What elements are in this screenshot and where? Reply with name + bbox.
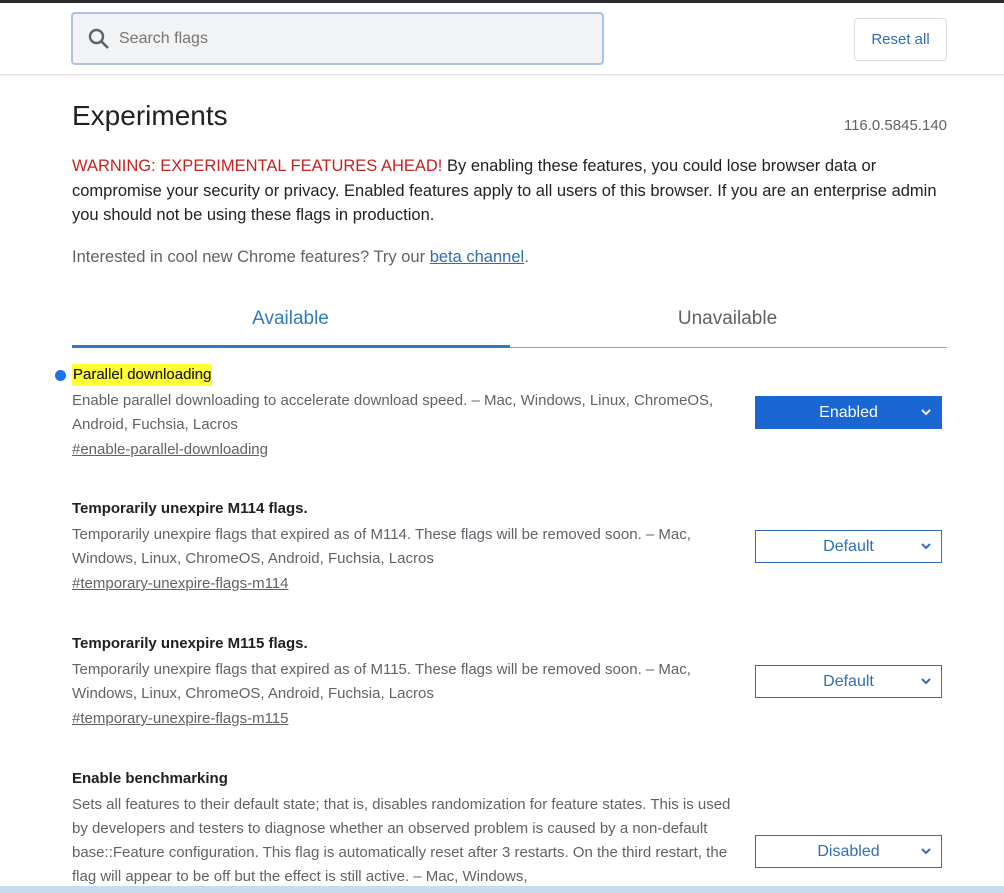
version-label: 116.0.5845.140 [843, 117, 947, 134]
select-value: Default [823, 672, 874, 690]
flag-title: Temporarily unexpire M115 flags. [72, 635, 308, 652]
select-value: Disabled [817, 842, 880, 860]
flag-link[interactable]: #enable-parallel-downloading [72, 441, 268, 458]
flag-description: Sets all features to their default state… [72, 796, 731, 885]
beta-channel-link[interactable]: beta channel [430, 248, 525, 266]
select-value: Enabled [819, 403, 878, 421]
flag-title: Enable benchmarking [72, 770, 228, 787]
flag-state-select[interactable]: Default [755, 665, 942, 698]
flag-item: Parallel downloading Enable parallel dow… [55, 364, 947, 459]
beta-text: Interested in cool new Chrome features? … [72, 248, 430, 266]
flag-link[interactable]: #temporary-unexpire-flags-m114 [72, 575, 288, 592]
modified-indicator-dot [55, 370, 66, 381]
warning-text: WARNING: EXPERIMENTAL FEATURES AHEAD! By… [72, 154, 952, 228]
tab-bar: Available Unavailable [72, 300, 947, 348]
flag-item: Enable benchmarking Sets all features to… [72, 768, 947, 889]
beta-promo: Interested in cool new Chrome features? … [72, 248, 529, 267]
select-value: Default [823, 537, 874, 555]
beta-suffix: . [524, 248, 529, 266]
flag-state-select[interactable]: Enabled [755, 396, 942, 429]
tab-available[interactable]: Available [72, 308, 510, 348]
page-title: Experiments [72, 100, 228, 131]
chevron-down-icon [921, 543, 931, 550]
flag-description: Temporarily unexpire flags that expired … [72, 526, 691, 567]
restart-bar-edge [0, 886, 1004, 893]
chevron-down-icon [921, 848, 931, 855]
header: Reset all [0, 3, 1004, 75]
chevron-down-icon [921, 409, 931, 416]
search-icon [88, 28, 109, 49]
flag-description: Enable parallel downloading to accelerat… [72, 392, 714, 433]
search-box[interactable] [71, 12, 604, 65]
flag-description: Temporarily unexpire flags that expired … [72, 661, 691, 702]
tab-unavailable[interactable]: Unavailable [509, 308, 946, 330]
flag-link[interactable]: #temporary-unexpire-flags-m115 [72, 710, 288, 727]
flag-state-select[interactable]: Disabled [755, 835, 942, 868]
flag-title: Temporarily unexpire M114 flags. [72, 500, 308, 517]
chevron-down-icon [921, 678, 931, 685]
search-input[interactable] [119, 29, 559, 48]
flag-title: Parallel downloading [72, 364, 213, 386]
flag-state-select[interactable]: Default [755, 530, 942, 563]
warning-prefix: WARNING: EXPERIMENTAL FEATURES AHEAD! [72, 157, 443, 175]
reset-all-button[interactable]: Reset all [854, 18, 947, 61]
flag-item: Temporarily unexpire M114 flags. Tempora… [72, 498, 947, 593]
flag-item: Temporarily unexpire M115 flags. Tempora… [72, 633, 947, 728]
